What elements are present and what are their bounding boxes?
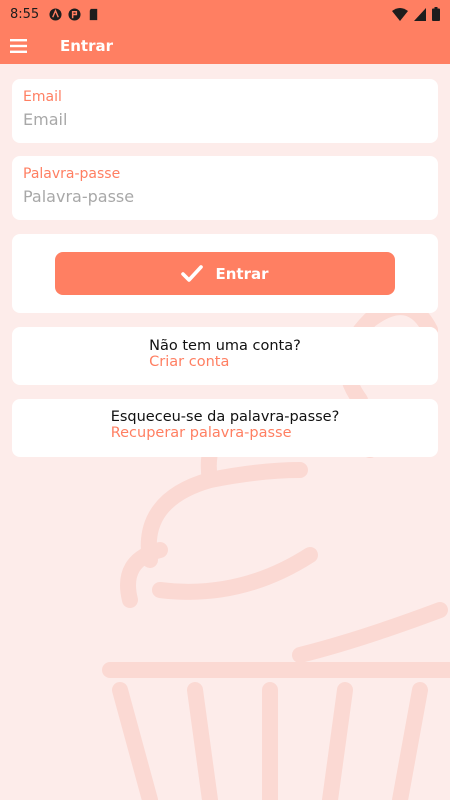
battery-icon — [432, 7, 440, 21]
hamburger-menu-icon[interactable] — [10, 38, 30, 54]
sd-card-icon — [89, 8, 98, 20]
status-bar: 8:55 — [0, 0, 450, 28]
app-bar: Entrar — [0, 28, 450, 64]
signup-card: Não tem uma conta? Criar conta — [12, 327, 438, 385]
password-field[interactable] — [23, 187, 427, 206]
signal-icon — [414, 7, 426, 21]
email-field-card: Email — [12, 79, 438, 143]
email-field[interactable] — [23, 110, 427, 129]
status-time: 8:55 — [10, 6, 40, 22]
login-card: Entrar — [12, 234, 438, 313]
app-notification-icon — [49, 7, 62, 21]
create-account-link[interactable]: Criar conta — [149, 354, 301, 370]
recover-card: Esqueceu-se da palavra-passe? Recuperar … — [12, 399, 438, 457]
checkmark-icon — [181, 265, 204, 282]
wifi-icon — [392, 7, 408, 21]
recover-prompt-text: Esqueceu-se da palavra-passe? — [110, 409, 340, 425]
password-label: Palavra-passe — [23, 166, 121, 182]
email-label: Email — [23, 89, 62, 105]
password-field-card: Palavra-passe — [12, 156, 438, 220]
recover-password-link[interactable]: Recuperar palavra-passe — [111, 425, 340, 441]
signup-prompt-text: Não tem uma conta? — [149, 338, 301, 354]
login-button[interactable]: Entrar — [55, 252, 395, 295]
login-button-label: Entrar — [215, 264, 269, 283]
app-notification-icon — [68, 7, 81, 21]
page-title: Entrar — [60, 37, 114, 55]
